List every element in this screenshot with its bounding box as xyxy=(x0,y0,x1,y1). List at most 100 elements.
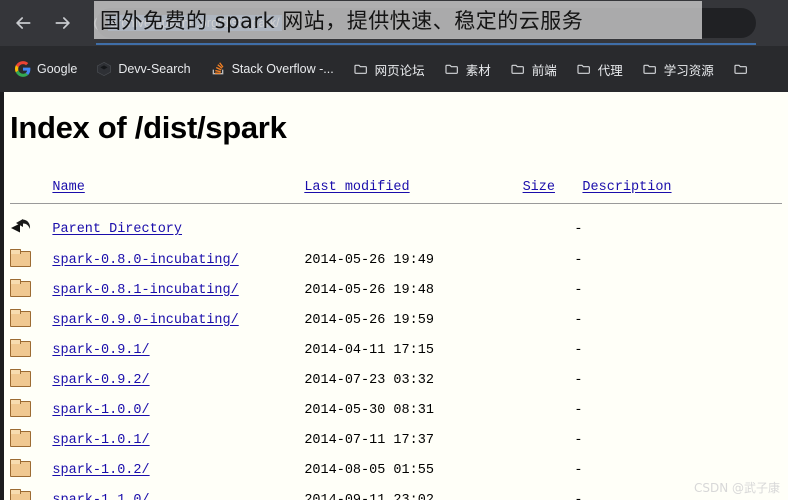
header-name[interactable]: Name xyxy=(52,180,304,200)
bookmark-folder-xuexiziyuan[interactable]: 学习资源 xyxy=(635,57,721,82)
forward-button[interactable] xyxy=(46,6,80,40)
row-name-cell[interactable]: Parent Directory xyxy=(52,214,304,245)
row-name-cell[interactable]: spark-1.0.1/ xyxy=(52,425,304,455)
header-description[interactable]: Description xyxy=(582,180,782,200)
sort-by-name-link[interactable]: Name xyxy=(52,180,84,195)
table-header-row: Name Last modified Size Description xyxy=(10,180,782,200)
table-row[interactable]: spark-1.0.1/ 2014-07-11 17:37 - xyxy=(10,425,782,455)
address-bar-focus-underline xyxy=(96,43,756,45)
row-name-cell[interactable]: spark-0.9.0-incubating/ xyxy=(52,305,304,335)
row-name-cell[interactable]: spark-0.9.1/ xyxy=(52,335,304,365)
table-row[interactable]: spark-0.9.2/ 2014-07-23 03:32 - xyxy=(10,365,782,395)
folder-icon xyxy=(10,489,31,500)
row-name-cell[interactable]: spark-1.0.2/ xyxy=(52,455,304,485)
row-name-cell[interactable]: spark-0.8.0-incubating/ xyxy=(52,245,304,275)
directory-link[interactable]: spark-0.8.1-incubating/ xyxy=(52,283,238,298)
table-row[interactable]: Parent Directory - xyxy=(10,214,782,245)
row-size-cell: - xyxy=(574,402,583,418)
directory-link[interactable]: spark-0.9.0-incubating/ xyxy=(52,313,238,328)
row-name-cell[interactable]: spark-0.9.2/ xyxy=(52,365,304,395)
bookmark-folder-daili[interactable]: 代理 xyxy=(569,57,630,82)
row-size-cell: - xyxy=(574,282,583,298)
row-description-cell xyxy=(582,395,782,425)
directory-link[interactable]: spark-1.0.0/ xyxy=(52,403,149,418)
row-size-cell: - xyxy=(574,462,583,478)
bookmark-folder-wangyeluntan[interactable]: 网页论坛 xyxy=(346,57,432,82)
table-row[interactable]: spark-0.9.0-incubating/ 2014-05-26 19:59… xyxy=(10,305,782,335)
row-name-cell[interactable]: spark-1.0.0/ xyxy=(52,395,304,425)
row-description-cell xyxy=(582,275,782,305)
folder-icon xyxy=(10,279,31,297)
row-modified-cell: 2014-07-11 17:37 xyxy=(304,432,434,448)
row-description-cell xyxy=(582,365,782,395)
bookmark-devv-search[interactable]: Devv-Search xyxy=(89,58,197,80)
header-last-modified[interactable]: Last modified xyxy=(304,180,522,200)
parent-directory-icon xyxy=(11,219,31,233)
row-name-cell[interactable]: spark-0.8.1-incubating/ xyxy=(52,275,304,305)
table-row[interactable]: spark-1.0.2/ 2014-08-05 01:55 - xyxy=(10,455,782,485)
row-modified-cell: 2014-09-11 23:02 xyxy=(304,492,434,500)
bookmark-label: 代理 xyxy=(597,63,623,78)
header-rule xyxy=(10,203,782,204)
row-modified-cell: 2014-05-26 19:48 xyxy=(304,282,434,298)
directory-link[interactable]: spark-1.0.1/ xyxy=(52,433,149,448)
folder-icon xyxy=(10,429,31,447)
table-row[interactable]: spark-0.8.1-incubating/ 2014-05-26 19:48… xyxy=(10,275,782,305)
row-modified-cell: 2014-05-26 19:49 xyxy=(304,252,434,268)
header-size[interactable]: Size xyxy=(523,180,583,200)
back-arrow-icon xyxy=(16,17,31,29)
directory-listing-body: Parent Directory - spark-0.8.0-incubatin… xyxy=(10,214,782,500)
row-description-cell xyxy=(582,245,782,275)
row-icon-cell xyxy=(10,365,52,395)
directory-link[interactable]: Parent Directory xyxy=(52,222,182,237)
row-icon-cell xyxy=(10,305,52,335)
table-row[interactable]: spark-1.1.0/ 2014-09-11 23:02 - xyxy=(10,485,782,500)
row-name-cell[interactable]: spark-1.1.0/ xyxy=(52,485,304,500)
bookmark-label: Devv-Search xyxy=(118,62,191,76)
table-row[interactable]: spark-0.9.1/ 2014-04-11 17:15 - xyxy=(10,335,782,365)
sort-by-description-link[interactable]: Description xyxy=(582,180,671,195)
row-icon-cell xyxy=(10,275,52,305)
directory-link[interactable]: spark-0.9.1/ xyxy=(52,343,149,358)
directory-link[interactable]: spark-0.9.2/ xyxy=(52,373,149,388)
folder-icon xyxy=(10,369,31,387)
bookmark-google[interactable]: Google xyxy=(8,58,84,80)
directory-link[interactable]: spark-1.1.0/ xyxy=(52,493,149,500)
sort-by-size-link[interactable]: Size xyxy=(523,180,555,195)
row-size-cell: - xyxy=(574,432,583,448)
bookmark-folder-sucai[interactable]: 素材 xyxy=(437,57,498,82)
row-icon-cell xyxy=(10,455,52,485)
table-row[interactable]: spark-0.8.0-incubating/ 2014-05-26 19:49… xyxy=(10,245,782,275)
folder-icon xyxy=(643,64,656,74)
bookmark-label: 学习资源 xyxy=(663,63,714,78)
directory-link[interactable]: spark-0.8.0-incubating/ xyxy=(52,253,238,268)
bookmark-label: 前端 xyxy=(531,63,557,78)
folder-icon xyxy=(577,64,590,74)
row-description-cell xyxy=(582,305,782,335)
folder-icon xyxy=(734,64,747,74)
folder-icon xyxy=(10,459,31,477)
back-button[interactable] xyxy=(6,6,40,40)
row-modified-cell xyxy=(304,214,522,245)
browser-window: archive.apache.org/dist/spark/ Google De… xyxy=(0,0,788,500)
row-icon-cell xyxy=(10,245,52,275)
directory-link[interactable]: spark-1.0.2/ xyxy=(52,463,149,478)
folder-icon xyxy=(354,64,367,74)
folder-icon xyxy=(10,309,31,327)
directory-listing-table: Name Last modified Size Description Pare… xyxy=(10,180,782,500)
header-separator-row xyxy=(10,200,782,214)
caption-text: 国外免费的 spark 网站，提供快速、稳定的云服务 xyxy=(100,9,584,33)
devv-icon xyxy=(97,61,112,77)
row-modified-cell: 2014-07-23 03:32 xyxy=(304,372,434,388)
google-icon xyxy=(15,61,31,77)
bookmark-stack-overflow[interactable]: Stack Overflow -... xyxy=(203,58,341,80)
table-row[interactable]: spark-1.0.0/ 2014-05-30 08:31 - xyxy=(10,395,782,425)
bookmark-folder-overflow[interactable] xyxy=(726,58,762,80)
bookmark-folder-qianduan[interactable]: 前端 xyxy=(503,57,564,82)
row-size-cell: - xyxy=(574,252,583,268)
sort-by-date-link[interactable]: Last modified xyxy=(304,180,409,195)
forward-arrow-icon xyxy=(55,17,70,29)
row-description-cell xyxy=(582,214,782,245)
row-description-cell xyxy=(582,335,782,365)
row-size-cell: - xyxy=(574,342,583,358)
